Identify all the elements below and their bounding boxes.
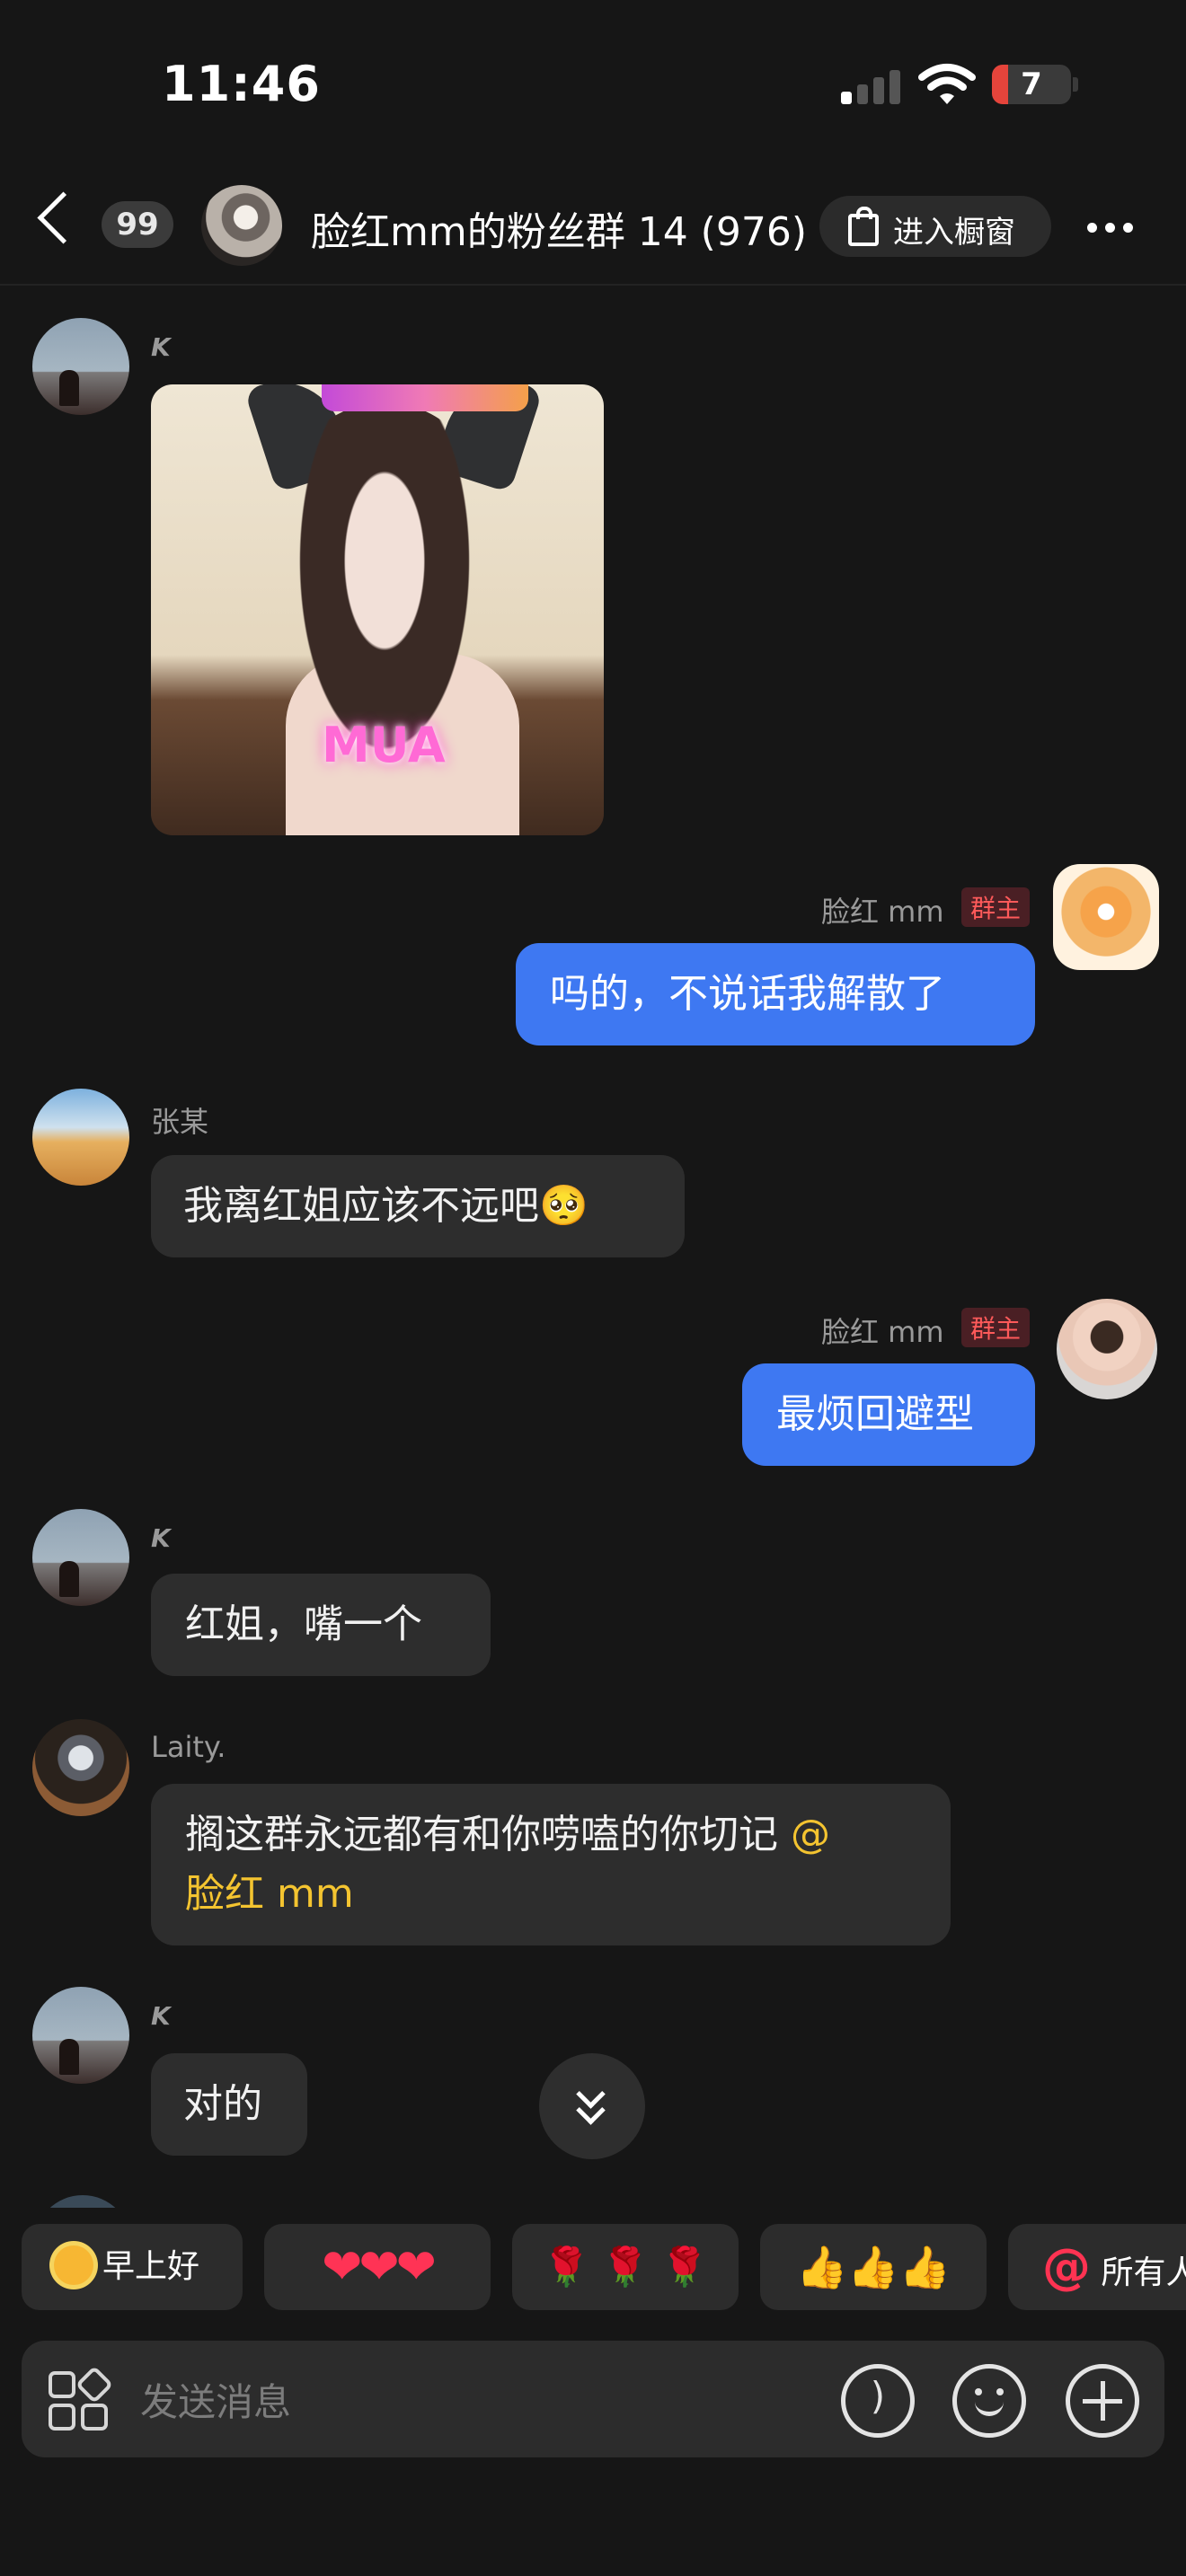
- message-input[interactable]: 发送消息: [140, 2372, 291, 2427]
- sender-name: 脸红 mm: [821, 895, 944, 929]
- image-message[interactable]: MUA: [151, 384, 604, 835]
- at-icon: @: [1042, 2238, 1091, 2295]
- message-bubble[interactable]: 对的: [151, 2053, 307, 2156]
- quick-reply-good-morning[interactable]: 早上好: [22, 2224, 243, 2310]
- quick-reply-roses[interactable]: 🌹 🌹 🌹: [512, 2224, 739, 2310]
- mention-at[interactable]: @: [791, 1812, 830, 1857]
- message-text: 搁这群永远都有和你唠嗑的你切记: [185, 1812, 778, 1857]
- avatar-owner[interactable]: [1053, 864, 1159, 970]
- quick-reply-thumbs-up[interactable]: 👍👍👍: [760, 2224, 987, 2310]
- owner-badge: 群主: [961, 1308, 1031, 1347]
- group-avatar[interactable]: [201, 185, 282, 266]
- message-input-bar: 发送消息 ): [22, 2341, 1164, 2457]
- avatar-laity[interactable]: [32, 1719, 129, 1816]
- mention-name[interactable]: 脸红 mm: [185, 1871, 354, 1917]
- avatar-k[interactable]: [32, 1509, 129, 1606]
- message-bubble[interactable]: 红姐，嘴一个: [151, 1574, 491, 1676]
- thumbs-up-icon: 👍👍👍: [796, 2243, 951, 2291]
- avatar-owner[interactable]: [1057, 1299, 1157, 1399]
- header-divider: [0, 284, 1186, 286]
- sun-icon: [54, 2245, 93, 2285]
- quick-reply-hearts[interactable]: ❤❤❤: [264, 2224, 491, 2310]
- sender-name: K: [151, 332, 171, 362]
- battery-level: 7: [1021, 66, 1042, 102]
- message-bubble[interactable]: 我离红姐应该不远吧🥺: [151, 1155, 685, 1257]
- scroll-to-bottom-button[interactable]: [539, 2053, 645, 2159]
- status-time: 11:46: [162, 56, 321, 112]
- image-caption: MUA: [322, 717, 446, 773]
- chevron-down-icon: [576, 2095, 606, 2125]
- message-bubble[interactable]: 吗的，不说话我解散了: [516, 943, 1035, 1045]
- message-bubble[interactable]: 搁这群永远都有和你唠嗑的你切记 @ 脸红 mm: [151, 1784, 951, 1945]
- enter-shop-label: 进入橱窗: [893, 215, 1015, 251]
- plus-icon[interactable]: [1066, 2364, 1139, 2438]
- more-options-icon[interactable]: [1087, 219, 1141, 236]
- rose-icon: 🌹 🌹 🌹: [543, 2245, 708, 2289]
- emoji-icon[interactable]: [952, 2364, 1026, 2438]
- sender-name: K: [151, 1523, 171, 1553]
- voice-icon[interactable]: ): [841, 2364, 915, 2438]
- enter-shop-button[interactable]: 进入橱窗: [819, 196, 1051, 257]
- back-chevron-icon[interactable]: [37, 191, 90, 244]
- owner-badge: 群主: [961, 887, 1031, 927]
- battery-tip: [1073, 77, 1078, 92]
- sender-name: 张某: [151, 1105, 209, 1139]
- quick-reply-mention-all[interactable]: @ 所有人: [1008, 2224, 1186, 2310]
- apps-grid-icon[interactable]: [49, 2365, 114, 2430]
- group-title[interactable]: 脸红mm的粉丝群 14 (976): [311, 199, 807, 257]
- avatar-k[interactable]: [32, 318, 129, 415]
- avatar-k[interactable]: [32, 1987, 129, 2084]
- quick-reply-label: 早上好: [102, 2248, 200, 2285]
- sender-name: 脸红 mm: [821, 1315, 944, 1349]
- cellular-signal-icon: [841, 68, 904, 104]
- wifi-icon: [918, 64, 976, 104]
- message-bubble[interactable]: 最烦回避型: [742, 1363, 1035, 1466]
- unread-count-badge[interactable]: 99: [102, 201, 173, 248]
- heart-icon: ❤❤❤: [322, 2238, 437, 2295]
- quick-reply-label: 所有人: [1101, 2254, 1186, 2291]
- sender-name: Laity.: [151, 1730, 226, 1764]
- avatar-zhang[interactable]: [32, 1089, 129, 1186]
- battery-icon: 7: [992, 65, 1071, 104]
- shopping-bag-icon: [848, 207, 879, 246]
- sender-name: K: [151, 2001, 171, 2031]
